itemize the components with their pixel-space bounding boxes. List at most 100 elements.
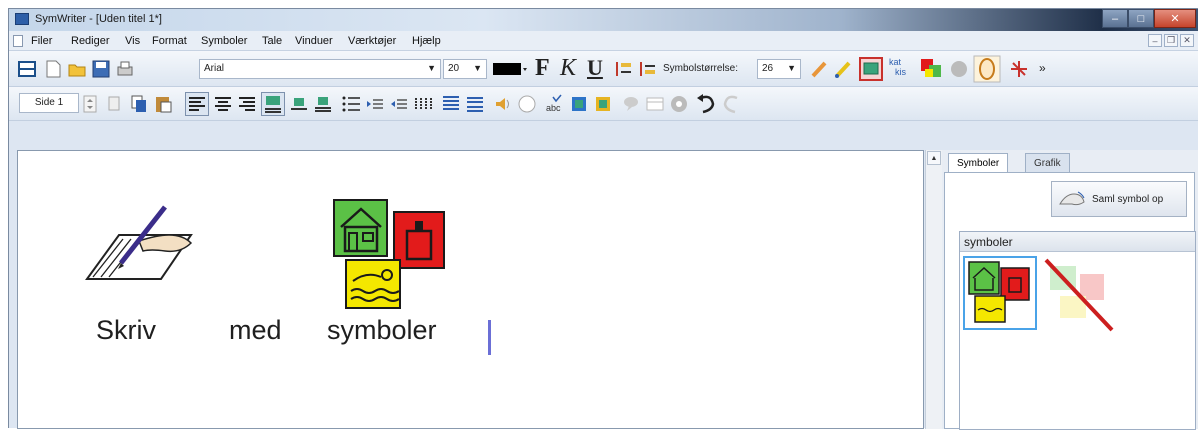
page-field[interactable]: Side 1 [19, 93, 79, 113]
chevron-down-icon: ▼ [427, 63, 436, 73]
speaker-icon[interactable] [493, 94, 513, 114]
bold-button[interactable]: F [535, 55, 550, 82]
paragraph-spacing-icon[interactable] [465, 94, 485, 114]
places-symbol[interactable] [333, 199, 453, 309]
toolbar-overflow-button[interactable]: » [1039, 61, 1046, 75]
hand-pick-icon [1059, 191, 1085, 206]
mdi-close-button[interactable]: ✕ [1180, 34, 1194, 47]
title-bar[interactable]: SymWriter - [Uden titel 1*] – □ ✕ [9, 9, 1198, 31]
menu-vaerktoejer[interactable]: Værktøjer [348, 35, 396, 47]
pencil-orange-icon[interactable] [809, 59, 829, 79]
mdi-restore-button[interactable]: ❐ [1164, 34, 1178, 47]
pencil-yellow-icon[interactable] [833, 59, 853, 79]
symbol-size-label: Symbolstørrelse: [663, 63, 739, 74]
menu-hjaelp[interactable]: Hjælp [412, 35, 441, 47]
house-icon [333, 199, 388, 257]
symbol-above-icon[interactable] [613, 59, 633, 79]
picture-toggle-icon[interactable] [859, 57, 883, 81]
stop-circle-icon[interactable] [669, 94, 689, 114]
font-size-select[interactable]: 20 ▼ [443, 59, 487, 79]
document-editor[interactable]: Skriv med symboler [17, 150, 924, 429]
symbol-list: symboler [959, 231, 1196, 430]
word-symboler[interactable]: symboler [327, 315, 437, 346]
increase-indent-icon[interactable] [389, 94, 409, 114]
columns-icon[interactable] [413, 94, 433, 114]
picture-middle-icon[interactable] [289, 94, 309, 114]
menu-vinduer[interactable]: Vinduer [295, 35, 333, 47]
align-left-icon[interactable] [185, 92, 209, 116]
collect-symbol-button[interactable]: Saml symbol op [1051, 181, 1187, 217]
maximize-button[interactable]: □ [1128, 9, 1154, 28]
minimize-button[interactable]: – [1102, 9, 1128, 28]
oval-frame-icon[interactable] [973, 55, 1001, 83]
swimming-icon [345, 259, 401, 309]
speech-head-icon[interactable] [949, 59, 969, 79]
symbol-thumbnail-selected[interactable] [963, 256, 1037, 330]
align-right-icon[interactable] [237, 94, 257, 114]
window-controls: – □ ✕ [1102, 9, 1196, 28]
grid-window-icon[interactable] [645, 94, 665, 114]
page-spinner-icon[interactable] [83, 95, 97, 113]
menu-format[interactable]: Format [152, 35, 187, 47]
speech-bubble-icon[interactable] [621, 94, 641, 114]
picture-book-icon[interactable] [593, 94, 613, 114]
swap-text-icon[interactable]: kat kis [889, 57, 911, 81]
paste-icon[interactable] [153, 94, 173, 114]
decrease-indent-icon[interactable] [365, 94, 385, 114]
menu-bar: Filer Rediger Vis Format Symboler Tale V… [9, 31, 1198, 51]
picture-bottom-icon[interactable] [313, 94, 333, 114]
underline-button[interactable]: U [587, 55, 603, 81]
word-skriv[interactable]: Skriv [96, 315, 156, 346]
symbol-size-select[interactable]: 26 ▼ [757, 59, 801, 79]
crosshair-icon[interactable] [1009, 59, 1029, 79]
save-icon[interactable] [91, 59, 111, 79]
line-spacing-icon[interactable] [441, 94, 461, 114]
word-med[interactable]: med [229, 315, 282, 346]
picture-top-icon[interactable] [261, 92, 285, 116]
open-folder-icon[interactable] [67, 59, 87, 79]
cut-icon[interactable] [105, 94, 125, 114]
bullet-list-icon[interactable] [341, 94, 361, 114]
spellcheck-icon[interactable]: abc [545, 94, 565, 114]
app-icon[interactable] [15, 13, 29, 25]
redo-icon[interactable] [721, 92, 743, 116]
mdi-minimize-button[interactable]: – [1148, 34, 1162, 47]
speak-word-icon[interactable] [517, 94, 537, 114]
menu-rediger[interactable]: Rediger [71, 35, 110, 47]
print-icon[interactable] [115, 59, 135, 79]
swap-text-bottom: kis [895, 67, 906, 77]
tab-symboler[interactable]: Symboler [948, 153, 1009, 173]
svg-text:abc: abc [546, 103, 561, 113]
colour-symbol-icon[interactable] [919, 57, 943, 81]
tab-content: Saml symbol op symboler [944, 172, 1196, 430]
scroll-up-icon[interactable]: ▲ [927, 151, 941, 165]
vertical-scrollbar[interactable]: ▲ [925, 150, 942, 429]
menu-vis[interactable]: Vis [125, 35, 140, 47]
menu-symboler[interactable]: Symboler [201, 35, 247, 47]
undo-icon[interactable] [695, 92, 717, 116]
italic-button[interactable]: K [560, 55, 576, 82]
write-symbol-icon[interactable] [73, 201, 203, 291]
menu-tale[interactable]: Tale [262, 35, 282, 47]
symbol-book-icon[interactable] [569, 94, 589, 114]
text-color-icon[interactable] [491, 59, 527, 79]
mdi-controls: – ❐ ✕ [1148, 34, 1194, 47]
page-value: Side 1 [34, 97, 64, 108]
window-title: SymWriter - [Uden titel 1*] [35, 13, 162, 25]
new-document-icon[interactable] [43, 59, 63, 79]
layout-icon[interactable] [17, 59, 37, 79]
symbol-size-value: 26 [762, 63, 774, 74]
align-center-icon[interactable] [213, 94, 233, 114]
document-icon[interactable] [13, 35, 23, 47]
font-family-value: Arial [204, 63, 225, 74]
close-button[interactable]: ✕ [1154, 9, 1196, 28]
copy-icon[interactable] [129, 94, 149, 114]
chevron-down-icon: ▼ [787, 63, 796, 73]
no-symbol-icon[interactable] [1042, 256, 1122, 336]
menu-filer[interactable]: Filer [31, 35, 52, 47]
symbol-below-icon[interactable] [637, 59, 657, 79]
document-toolbar: Side 1 abc [9, 87, 1198, 121]
font-family-select[interactable]: Arial ▼ [199, 59, 441, 79]
app-window: SymWriter - [Uden titel 1*] – □ ✕ Filer … [8, 8, 1198, 430]
tab-grafik[interactable]: Grafik [1025, 153, 1070, 173]
